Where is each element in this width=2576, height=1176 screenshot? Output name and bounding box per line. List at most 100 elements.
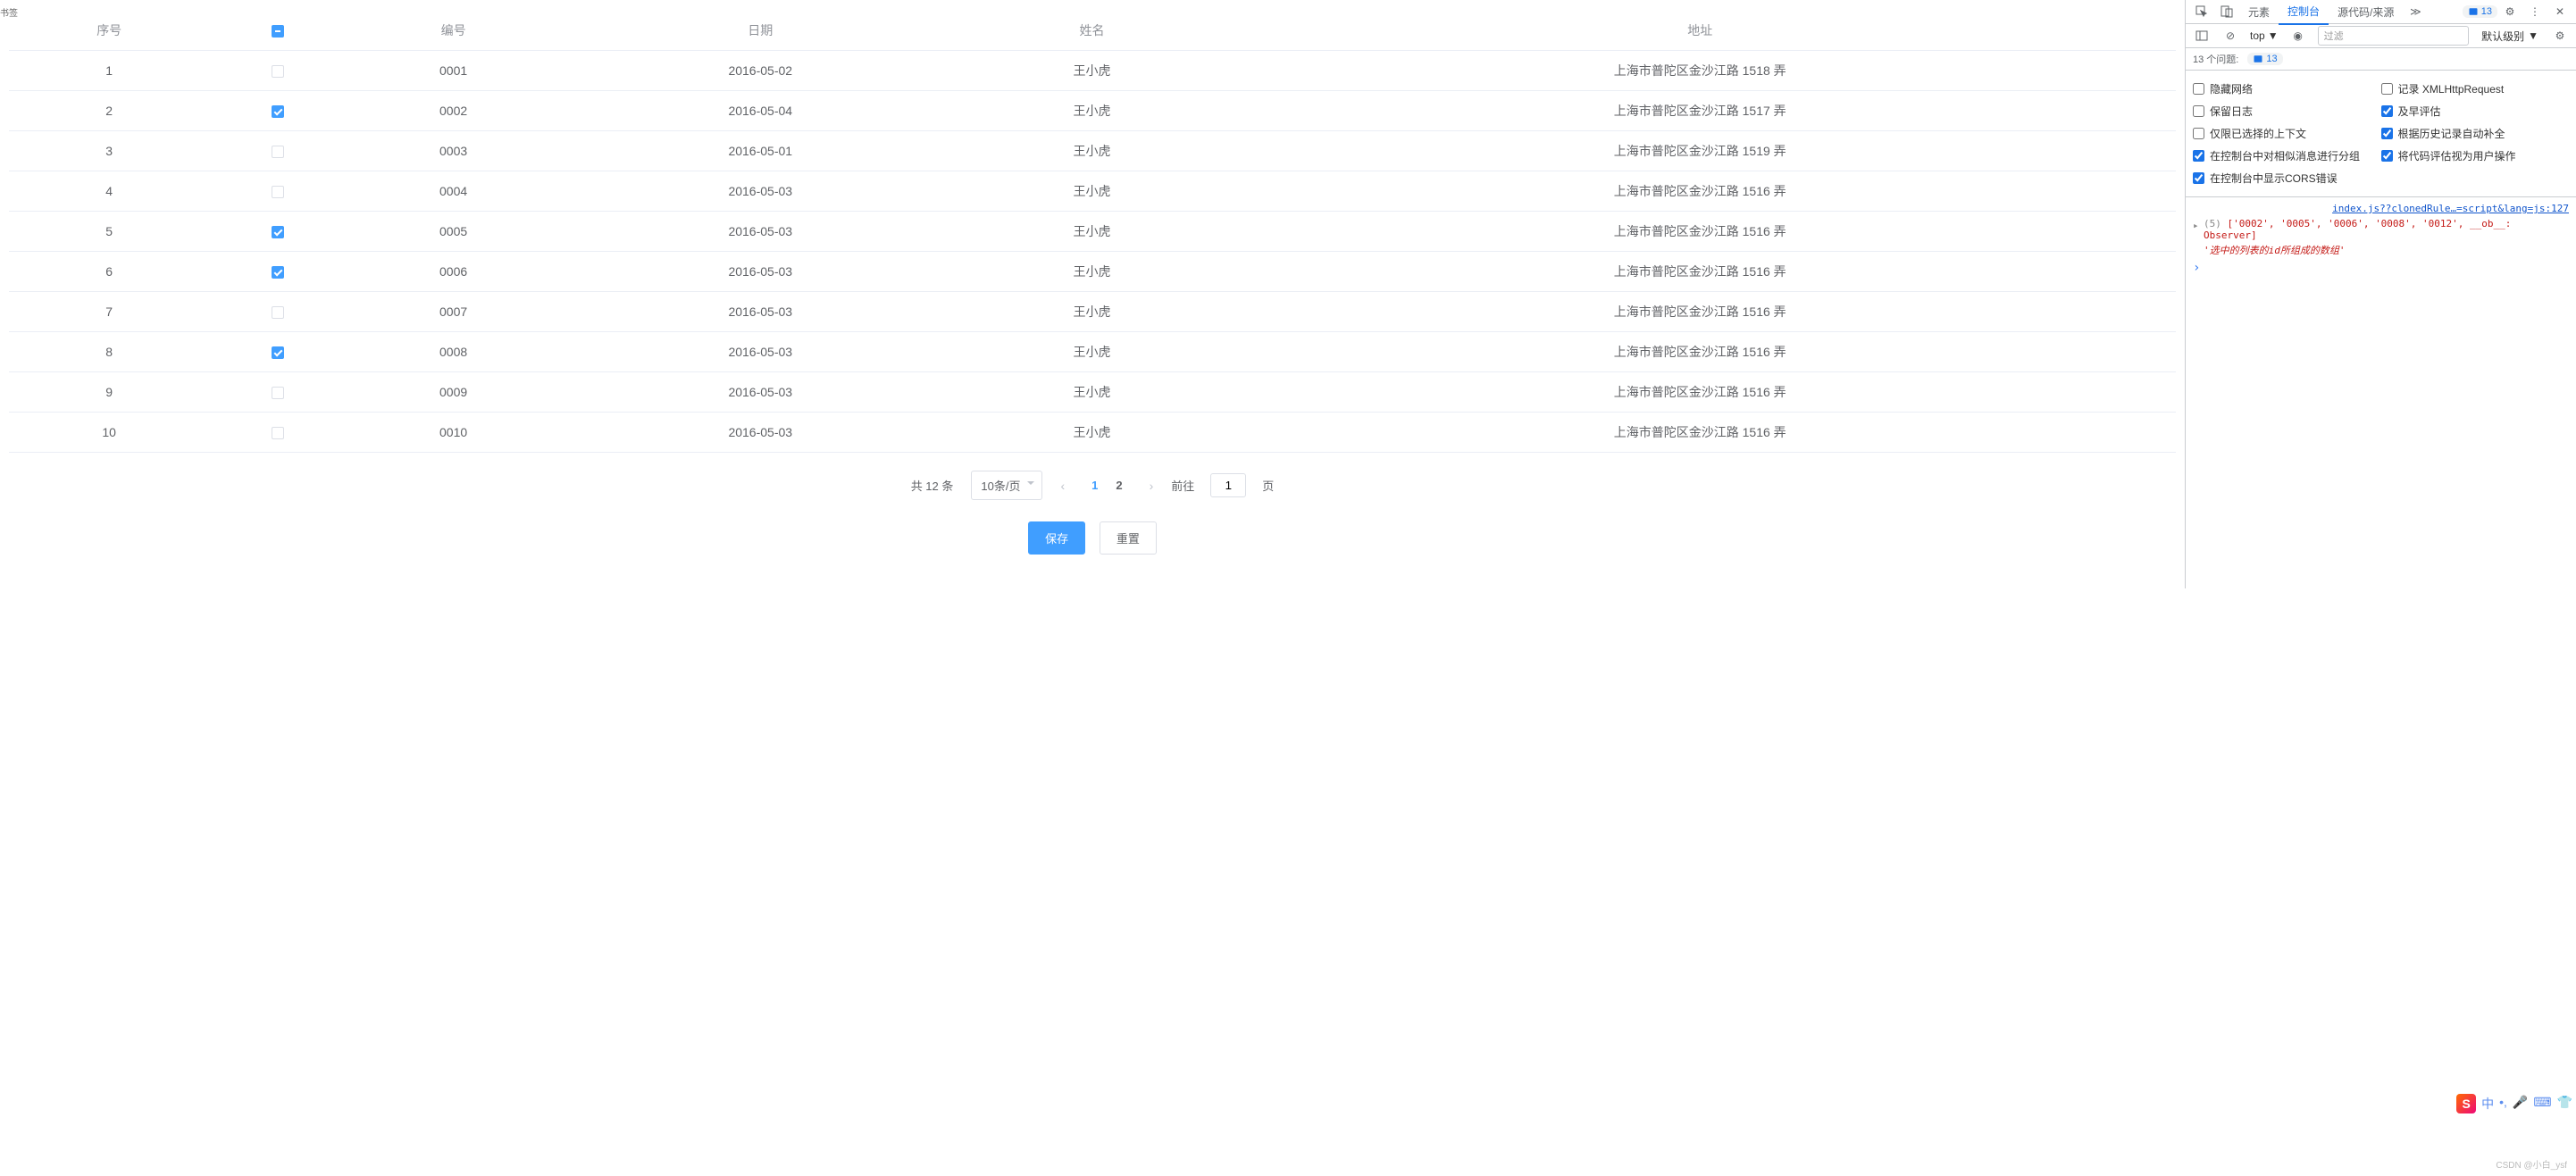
cell-name: 王小虎 (960, 413, 1225, 453)
tab-console[interactable]: 控制台 (2279, 0, 2329, 25)
setting-user-activation[interactable]: 将代码评估视为用户操作 (2381, 145, 2570, 167)
setting-selected-context[interactable]: 仅限已选择的上下文 (2193, 122, 2381, 145)
watermark: CSDN @小白_ysf (2496, 1157, 2567, 1171)
setting-log-xhr[interactable]: 记录 XMLHttpRequest (2381, 78, 2570, 100)
settings-icon[interactable]: ⚙ (2503, 4, 2517, 19)
cell-id: 0004 (346, 171, 560, 212)
cell-id: 0009 (346, 372, 560, 413)
cell-address: 上海市普陀区金沙江路 1518 弄 (1224, 51, 2176, 91)
ime-lang[interactable]: 中 (2481, 1095, 2494, 1113)
row-checkbox[interactable] (272, 146, 284, 158)
jump-suffix: 页 (1262, 477, 1274, 494)
row-checkbox[interactable] (272, 226, 284, 238)
array-content: ['0002', '0005', '0006', '0008', '0012',… (2204, 218, 2511, 241)
reset-button[interactable]: 重置 (1100, 521, 1157, 555)
next-page-button[interactable]: › (1142, 475, 1161, 496)
row-checkbox[interactable] (272, 427, 284, 439)
page-number[interactable]: 1 (1083, 475, 1107, 496)
tab-sources[interactable]: 源代码/来源 (2329, 0, 2403, 24)
row-checkbox[interactable] (272, 186, 284, 198)
devtools-panel: 元素 控制台 源代码/来源 ≫ 13 ⚙ ⋮ ✕ ⊘ top ▼ ◉ 过滤 默认… (2185, 0, 2576, 588)
row-checkbox[interactable] (272, 306, 284, 319)
setting-hide-network[interactable]: 隐藏网络 (2193, 78, 2381, 100)
sogou-logo-icon[interactable]: S (2456, 1094, 2476, 1113)
cell-name: 王小虎 (960, 131, 1225, 171)
cell-index: 8 (9, 332, 209, 372)
row-checkbox[interactable] (272, 387, 284, 399)
bookmark-label: 书签 (0, 5, 18, 19)
cell-date: 2016-05-03 (561, 171, 960, 212)
clear-console-icon[interactable]: ⊘ (2223, 29, 2237, 43)
ime-skin-icon[interactable]: 👕 (2557, 1095, 2572, 1113)
issues-badge[interactable]: 13 (2463, 5, 2497, 18)
issues-count-badge[interactable]: 13 (2247, 53, 2282, 65)
table-row: 6 0006 2016-05-03 王小虎 上海市普陀区金沙江路 1516 弄 (9, 252, 2176, 292)
select-all-checkbox[interactable] (272, 25, 284, 38)
cell-date: 2016-05-04 (561, 91, 960, 131)
cell-index: 10 (9, 413, 209, 453)
ime-mic-icon[interactable]: 🎤 (2513, 1095, 2528, 1113)
cell-index: 3 (9, 131, 209, 171)
issues-label: 13 个问题: (2193, 52, 2238, 66)
tab-elements[interactable]: 元素 (2239, 0, 2279, 24)
row-checkbox[interactable] (272, 105, 284, 118)
jump-page-input[interactable] (1210, 473, 1246, 497)
setting-show-cors[interactable]: 在控制台中显示CORS错误 (2193, 167, 2381, 189)
setting-group-similar[interactable]: 在控制台中对相似消息进行分组 (2193, 145, 2381, 167)
cell-address: 上海市普陀区金沙江路 1516 弄 (1224, 413, 2176, 453)
setting-preserve-log[interactable]: 保留日志 (2193, 100, 2381, 122)
live-expression-icon[interactable]: ◉ (2291, 29, 2305, 43)
cell-date: 2016-05-03 (561, 332, 960, 372)
table-row: 2 0002 2016-05-04 王小虎 上海市普陀区金沙江路 1517 弄 (9, 91, 2176, 131)
cell-index: 6 (9, 252, 209, 292)
console-prompt[interactable]: › (2186, 257, 2576, 279)
ime-keyboard-icon[interactable]: ⌨ (2533, 1095, 2551, 1113)
sidebar-toggle-icon[interactable] (2195, 29, 2209, 43)
table-row: 10 0010 2016-05-03 王小虎 上海市普陀区金沙江路 1516 弄 (9, 413, 2176, 453)
ime-punct-icon[interactable]: •, (2499, 1095, 2507, 1113)
cell-index: 9 (9, 372, 209, 413)
cell-index: 7 (9, 292, 209, 332)
data-table: 序号 编号 日期 姓名 地址 1 0001 2016-05-02 王小虎 上海市… (9, 11, 2176, 453)
main-content: 书签 序号 编号 日期 姓名 地址 1 0001 2016-05-02 王小虎 … (0, 0, 2185, 588)
row-checkbox[interactable] (272, 65, 284, 78)
cell-address: 上海市普陀区金沙江路 1517 弄 (1224, 91, 2176, 131)
cell-date: 2016-05-03 (561, 413, 960, 453)
save-button[interactable]: 保存 (1028, 521, 1085, 555)
log-level-select[interactable]: 默认级别 ▼ (2476, 27, 2544, 46)
table-row: 3 0003 2016-05-01 王小虎 上海市普陀区金沙江路 1519 弄 (9, 131, 2176, 171)
col-name: 姓名 (960, 11, 1225, 51)
prev-page-button[interactable]: ‹ (1053, 475, 1072, 496)
source-file-link[interactable]: index.js??clonedRule…=script&lang=js:127 (2332, 203, 2569, 214)
page-size-select[interactable]: 10条/页 (971, 471, 1042, 500)
cell-date: 2016-05-03 (561, 292, 960, 332)
col-index: 序号 (9, 11, 209, 51)
row-checkbox[interactable] (272, 266, 284, 279)
table-row: 5 0005 2016-05-03 王小虎 上海市普陀区金沙江路 1516 弄 (9, 212, 2176, 252)
table-row: 8 0008 2016-05-03 王小虎 上海市普陀区金沙江路 1516 弄 (9, 332, 2176, 372)
inspect-icon[interactable] (2195, 4, 2209, 19)
console-settings-icon[interactable]: ⚙ (2553, 29, 2567, 43)
cell-date: 2016-05-02 (561, 51, 960, 91)
filter-input[interactable]: 过滤 (2318, 26, 2470, 46)
page-number[interactable]: 2 (1107, 475, 1131, 496)
expand-icon[interactable]: ▸ (2193, 220, 2199, 231)
table-header-row: 序号 编号 日期 姓名 地址 (9, 11, 2176, 51)
cell-name: 王小虎 (960, 372, 1225, 413)
cell-address: 上海市普陀区金沙江路 1516 弄 (1224, 372, 2176, 413)
cell-address: 上海市普陀区金沙江路 1516 弄 (1224, 292, 2176, 332)
console-log-line: ▸ (5) ['0002', '0005', '0006', '0008', '… (2186, 216, 2576, 243)
cell-address: 上海市普陀区金沙江路 1516 弄 (1224, 212, 2176, 252)
cell-name: 王小虎 (960, 91, 1225, 131)
setting-eager-eval[interactable]: 及早评估 (2381, 100, 2570, 122)
cell-name: 王小虎 (960, 292, 1225, 332)
kebab-icon[interactable]: ⋮ (2528, 4, 2542, 19)
table-row: 9 0009 2016-05-03 王小虎 上海市普陀区金沙江路 1516 弄 (9, 372, 2176, 413)
more-tabs-icon[interactable]: ≫ (2408, 4, 2422, 19)
device-icon[interactable] (2220, 4, 2234, 19)
row-checkbox[interactable] (272, 346, 284, 359)
close-icon[interactable]: ✕ (2553, 4, 2567, 19)
devtools-tabs: 元素 控制台 源代码/来源 ≫ 13 ⚙ ⋮ ✕ (2186, 0, 2576, 24)
setting-autocomplete[interactable]: 根据历史记录自动补全 (2381, 122, 2570, 145)
context-select[interactable]: top ▼ (2246, 29, 2282, 42)
